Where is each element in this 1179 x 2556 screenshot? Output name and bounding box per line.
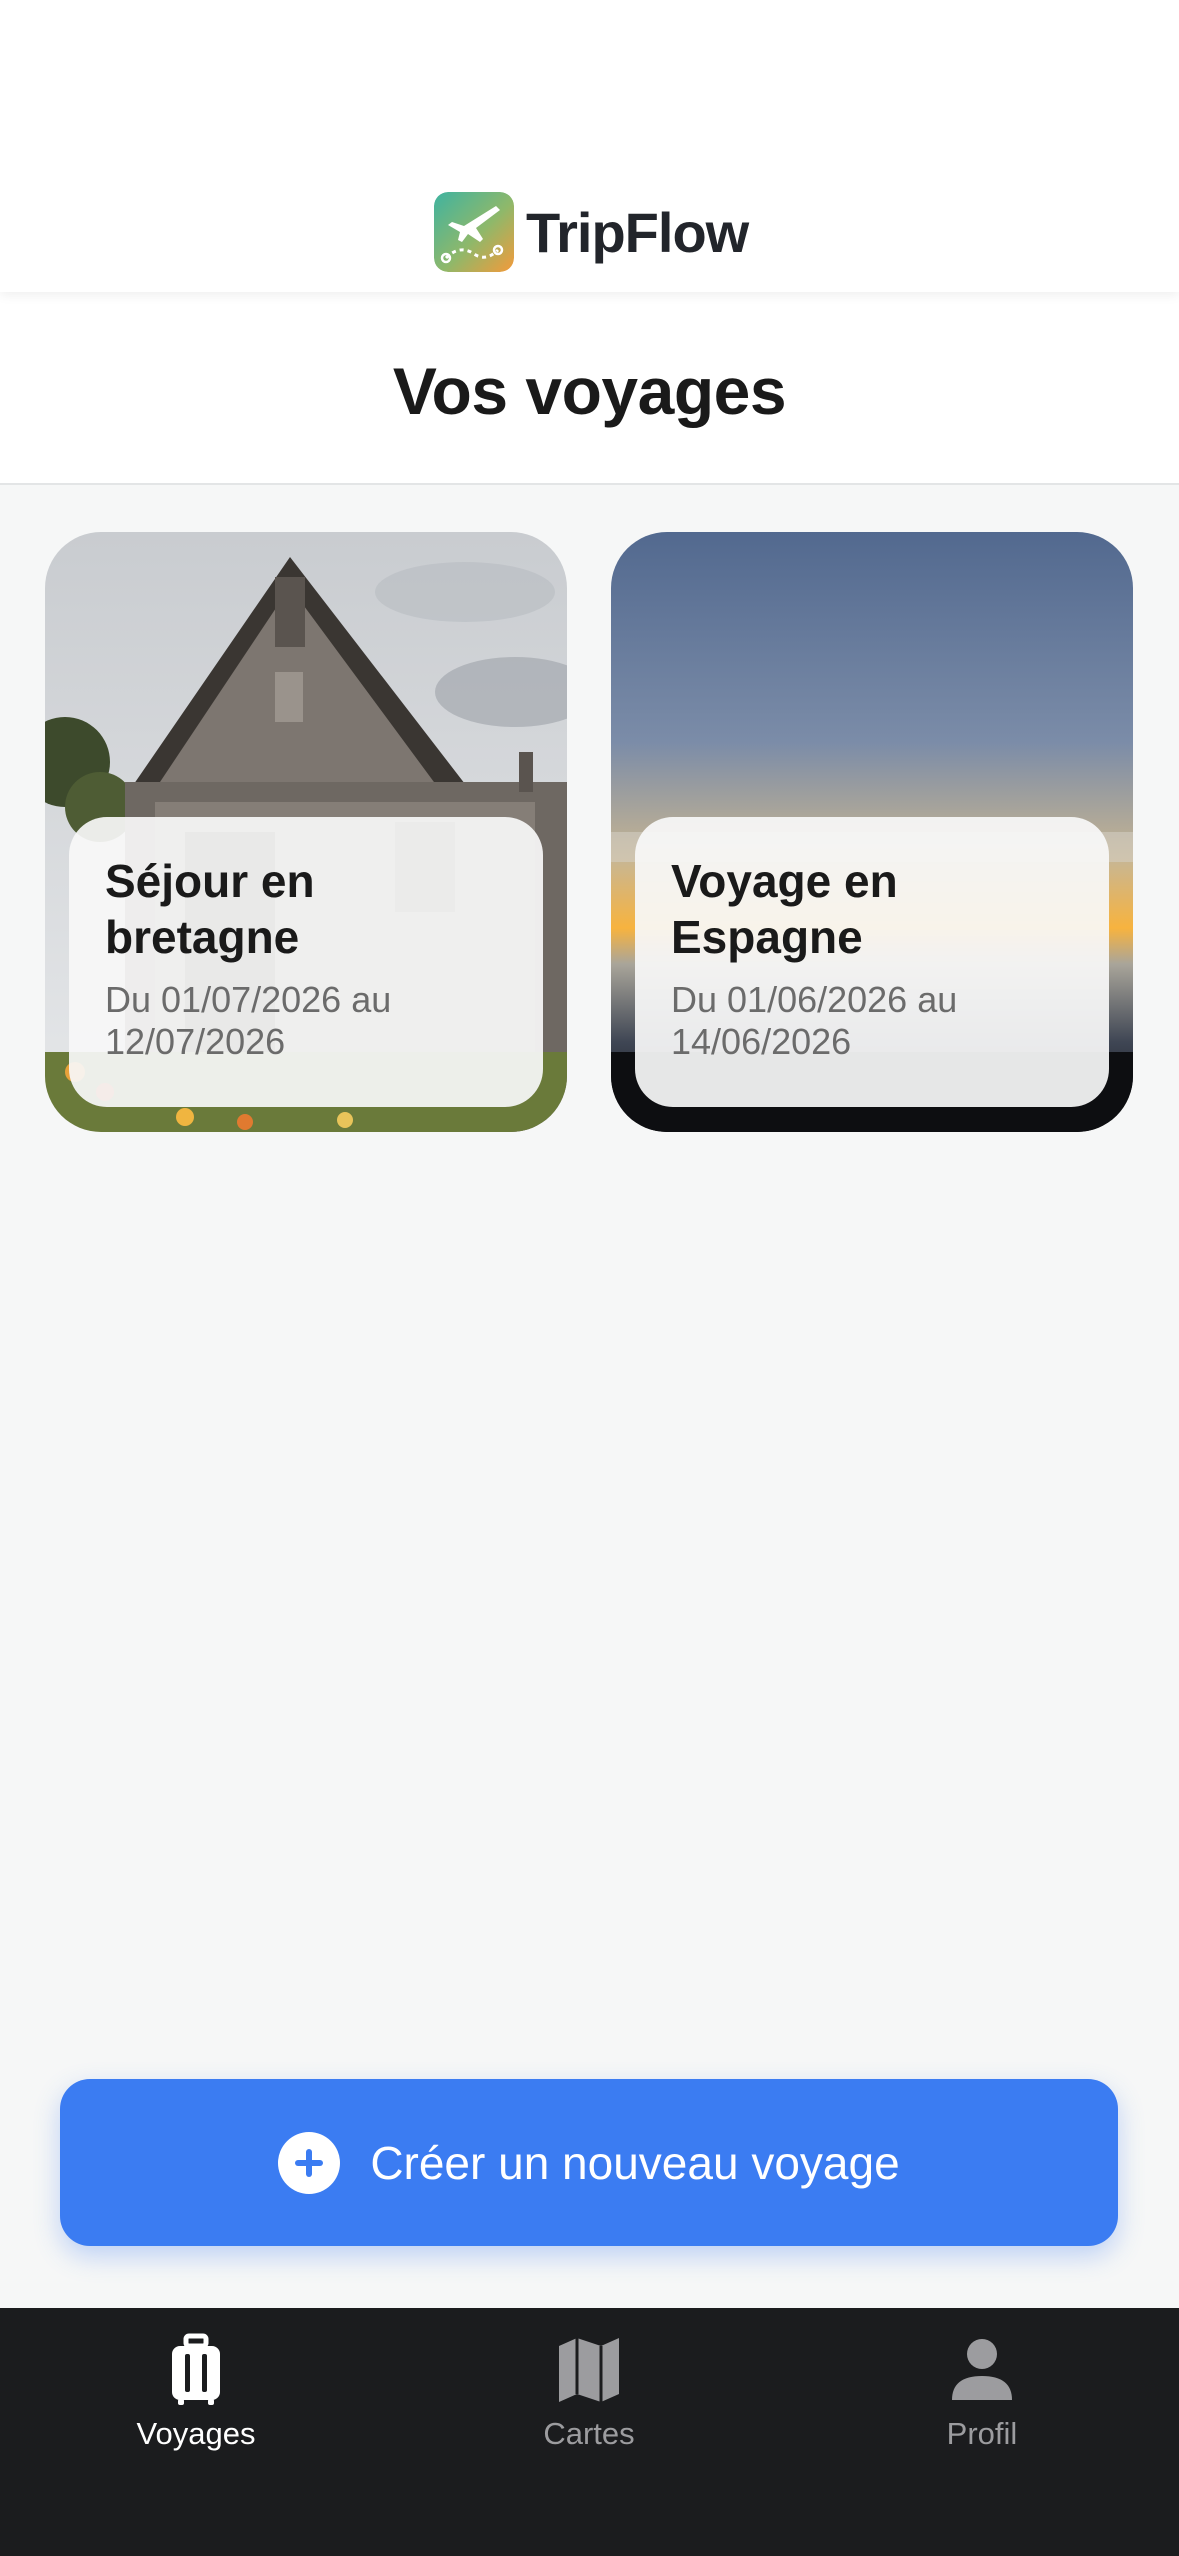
tab-cartes[interactable]: Cartes	[459, 2332, 719, 2472]
create-trip-button[interactable]: Créer un nouveau voyage	[60, 2079, 1118, 2246]
tab-label: Profil	[946, 2416, 1018, 2451]
trip-title: Séjour en bretagne	[105, 853, 507, 965]
suitcase-icon	[172, 2333, 220, 2405]
trip-dates: Du 01/06/2026 au 14/06/2026	[671, 979, 1073, 1063]
trip-dates-line: 14/06/2026	[671, 1021, 852, 1062]
trip-info: Voyage en Espagne Du 01/06/2026 au 14/06…	[635, 817, 1109, 1107]
map-icon	[559, 2338, 619, 2402]
trip-title-line: Séjour en	[105, 855, 315, 907]
trip-title-line: bretagne	[105, 911, 300, 963]
trip-dates-line: Du 01/06/2026 au	[671, 979, 958, 1020]
airplane-route-icon	[434, 192, 514, 272]
tab-profil[interactable]: Profil	[852, 2332, 1112, 2472]
page-title: Vos voyages	[392, 353, 787, 428]
trip-card-espagne[interactable]: Voyage en Espagne Du 01/06/2026 au 14/06…	[611, 532, 1133, 1132]
app-header: TripFlow	[0, 0, 1179, 292]
trip-title-line: Voyage en	[671, 855, 898, 907]
trip-title-line: Espagne	[671, 911, 863, 963]
brand: TripFlow	[434, 191, 749, 273]
person-icon	[952, 2339, 1012, 2400]
tab-voyages[interactable]: Voyages	[66, 2332, 326, 2472]
title-bar: Vos voyages	[0, 292, 1179, 485]
trip-dates: Du 01/07/2026 au 12/07/2026	[105, 979, 507, 1063]
trip-dates-line: 12/07/2026	[105, 1021, 286, 1062]
trip-info: Séjour en bretagne Du 01/07/2026 au 12/0…	[69, 817, 543, 1107]
trip-card-bretagne[interactable]: Séjour en bretagne Du 01/07/2026 au 12/0…	[45, 532, 567, 1132]
plus-circle-icon	[278, 2131, 341, 2194]
trip-dates-line: Du 01/07/2026 au	[105, 979, 392, 1020]
bottom-tab-bar: Voyages Cartes Profil	[0, 2308, 1179, 2556]
app-name: TripFlow	[526, 200, 749, 264]
create-trip-label: Créer un nouveau voyage	[370, 2136, 900, 2189]
trip-title: Voyage en Espagne	[671, 853, 1073, 965]
tab-label: Cartes	[543, 2416, 635, 2451]
tab-label: Voyages	[136, 2416, 256, 2451]
